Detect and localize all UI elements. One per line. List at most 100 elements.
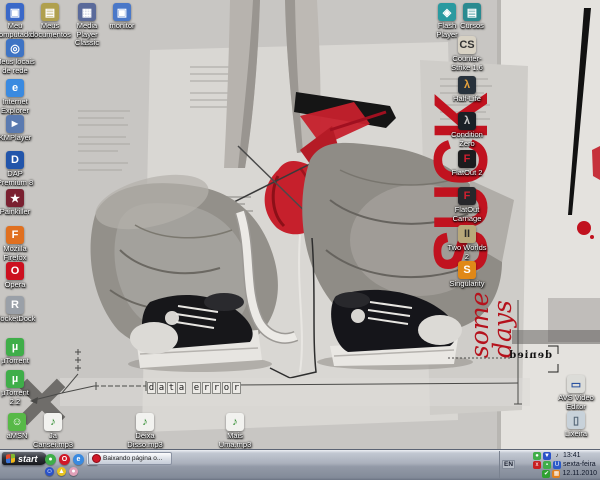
amsn-label: aMSN — [0, 432, 37, 441]
messenger-tray-icon[interactable]: ▼ — [543, 452, 551, 460]
utorrent-2-icon: µ — [6, 370, 24, 388]
meus-documentos-icon: ▤ — [41, 3, 59, 21]
condition-zero-icon: λ — [458, 112, 476, 130]
yellow-app-icon[interactable]: ▲ — [57, 467, 66, 476]
desktop-icon-dap-premium[interactable]: DDAP Premium 8 — [0, 151, 35, 187]
start-button-label: start — [18, 454, 38, 464]
desktop-icon-internet-explorer[interactable]: eInternet Explorer — [0, 79, 35, 115]
desktop-icon-mozilla-firefox[interactable]: FMozilla Firefox — [0, 226, 35, 262]
desktop-icon-singularity[interactable]: SSingularity — [447, 261, 487, 289]
media-player-classic-label: Media Player Classic — [67, 22, 107, 48]
xm-app-icon[interactable]: x — [533, 461, 541, 469]
desktop-icon-avs-video-editor[interactable]: ▭AVS Video Editor — [556, 375, 596, 411]
volume-icon[interactable]: ♪ — [553, 452, 561, 460]
painkiller-label: Painkiller — [0, 208, 35, 217]
desktop-icon-media-player-classic[interactable]: ▦Media Player Classic — [67, 3, 107, 48]
kmplayer-label: KMPlayer — [0, 134, 35, 143]
opera-page-icon — [92, 454, 101, 463]
taskbar: start ●Oe▤ Baixando página o... ☺▲● ●▼♪1… — [0, 449, 600, 480]
condition-zero-label: Condition Zero — [447, 131, 487, 148]
mp3-3-label: Mais Uma.mp3 — [215, 432, 255, 449]
counter-strike-16-label: Counter-Strike 1.6 — [447, 55, 487, 72]
meus-locais-de-rede-icon: ◎ — [6, 39, 24, 57]
tray-clock-time[interactable]: 13:41 — [563, 452, 597, 459]
mozilla-firefox-label: Mozilla Firefox — [0, 245, 35, 262]
desktop-icon-mp3-1[interactable]: ♪Ja Cansei.mp3 — [33, 413, 73, 449]
language-indicator[interactable]: EN — [502, 460, 515, 469]
desktop-icon-utorrent-2[interactable]: µµTorrent 2.2 — [0, 370, 35, 406]
utorrent-quick-icon[interactable]: ● — [45, 454, 56, 465]
desktop-icon-half-life[interactable]: λHalf-Life — [447, 76, 487, 104]
flatout-carnage-label: FlatOut Carnage — [447, 206, 487, 223]
mp3-2-icon: ♪ — [136, 413, 154, 431]
start-button[interactable]: start — [2, 452, 47, 465]
half-life-label: Half-Life — [447, 95, 487, 104]
kmplayer-icon: ► — [6, 115, 24, 133]
desktop-icon-counter-strike-16[interactable]: CSCounter-Strike 1.6 — [447, 36, 487, 72]
opera-label: Opera — [0, 281, 35, 290]
dap-premium-icon: D — [6, 151, 24, 169]
taskbar-window-button-label: Baixando página o... — [103, 455, 162, 462]
rocketdock-label: RocketDock — [0, 315, 35, 324]
tray-clock-weekday: sexta-feira — [563, 461, 597, 468]
two-worlds-2-label: Two Worlds 2 — [447, 244, 487, 261]
desktop-icon-meus-documentos[interactable]: ▤Meus documentos — [30, 3, 70, 39]
messenger-icon[interactable]: ☺ — [45, 467, 54, 476]
singularity-icon: S — [458, 261, 476, 279]
desktop-icon-meus-locais-de-rede[interactable]: ◎Meus locais de rede — [0, 39, 35, 75]
taskbar-window-button[interactable]: Baixando página o... — [88, 452, 172, 465]
desktop-icon-utorrent[interactable]: µµTorrent — [0, 338, 35, 366]
desktop-icon-flatout-2[interactable]: FFlatOut 2 — [447, 150, 487, 178]
desktop-screen: SUCK some days dataerror denied ▣Meu com… — [0, 0, 600, 480]
meus-documentos-label: Meus documentos — [30, 22, 70, 39]
opera-icon: O — [6, 262, 24, 280]
monitor-label: monitor — [102, 22, 142, 31]
orange-app-icon[interactable]: ▦ — [552, 470, 560, 478]
flatout-2-label: FlatOut 2 — [447, 169, 487, 178]
mp3-3-icon: ♪ — [226, 413, 244, 431]
desktop-icon-condition-zero[interactable]: λCondition Zero — [447, 112, 487, 148]
desktop-icon-amsn[interactable]: ☺aMSN — [0, 413, 37, 441]
painkiller-icon: ★ — [6, 189, 24, 207]
ie-quick-icon[interactable]: e — [73, 454, 84, 465]
meu-computador-icon: ▣ — [6, 3, 24, 21]
wallpaper-data-error-text: dataerror — [147, 382, 241, 394]
antivirus-icon[interactable]: ✔ — [542, 470, 550, 478]
desktop-icon-two-worlds-2[interactable]: IITwo Worlds 2 — [447, 225, 487, 261]
desktop-icon-flatout-carnage[interactable]: FFlatOut Carnage — [447, 187, 487, 223]
desktop-icon-rocketdock[interactable]: RRocketDock — [0, 296, 35, 324]
singularity-label: Singularity — [447, 280, 487, 289]
media-player-classic-icon: ▦ — [78, 3, 96, 21]
pink-app-icon[interactable]: ● — [69, 467, 78, 476]
amsn-icon: ☺ — [8, 413, 26, 431]
desktop-icon-kmplayer[interactable]: ►KMPlayer — [0, 115, 35, 143]
cursos-label: Cursos — [452, 22, 492, 31]
meus-locais-de-rede-label: Meus locais de rede — [0, 58, 35, 75]
flatout-2-icon: F — [458, 150, 476, 168]
avs-video-editor-label: AVS Video Editor — [556, 394, 596, 411]
desktop-icon-cursos[interactable]: ▤Cursos — [452, 3, 492, 31]
desktop-icon-mp3-3[interactable]: ♪Mais Uma.mp3 — [215, 413, 255, 449]
dap-tray-icon[interactable]: U — [553, 461, 561, 469]
desktop-icon-mp3-2[interactable]: ♪Deixa Disso.mp3 — [125, 413, 165, 449]
cursos-icon: ▤ — [463, 3, 481, 21]
system-tray: ●▼♪13:41 EN x▪Usexta-feira ✔▦12.11.2010 — [499, 451, 599, 479]
green-app-icon[interactable]: ▪ — [543, 461, 551, 469]
two-worlds-2-icon: II — [458, 225, 476, 243]
half-life-icon: λ — [458, 76, 476, 94]
opera-quick-icon[interactable]: O — [59, 454, 70, 465]
utorrent-tray-icon[interactable]: ● — [533, 452, 541, 460]
utorrent-icon: µ — [6, 338, 24, 356]
desktop-icon-painkiller[interactable]: ★Painkiller — [0, 189, 35, 217]
desktop-icon-opera[interactable]: OOpera — [0, 262, 35, 290]
desktop-icon-lixeira[interactable]: ▯Lixeira — [556, 411, 596, 439]
rocketdock-icon: R — [6, 296, 24, 314]
lixeira-label: Lixeira — [556, 430, 596, 439]
windows-flag-icon — [6, 454, 15, 464]
counter-strike-16-icon: CS — [458, 36, 476, 54]
mp3-2-label: Deixa Disso.mp3 — [125, 432, 165, 449]
internet-explorer-label: Internet Explorer — [0, 98, 35, 115]
monitor-icon: ▣ — [113, 3, 131, 21]
desktop-icon-monitor[interactable]: ▣monitor — [102, 3, 142, 31]
lixeira-icon: ▯ — [567, 411, 585, 429]
